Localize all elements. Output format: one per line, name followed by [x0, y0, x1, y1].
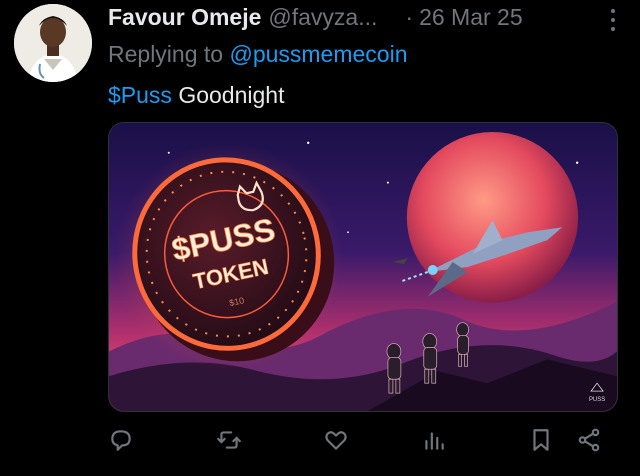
- cashtag-link[interactable]: $Puss: [108, 82, 172, 108]
- author-name[interactable]: Favour Omeje: [108, 4, 261, 31]
- tweet-media-image[interactable]: $PUSS TOKEN $10 PUSS: [108, 122, 618, 412]
- more-options-icon[interactable]: [610, 9, 616, 31]
- separator-dot: ·: [405, 4, 414, 30]
- bookmark-icon[interactable]: [528, 427, 558, 457]
- reply-mention-link[interactable]: @pussmemecoin: [229, 41, 407, 67]
- tweet-text: $Puss Goodnight: [108, 82, 284, 109]
- share-icon[interactable]: [576, 427, 606, 457]
- author-handle[interactable]: @favyza...: [268, 4, 377, 31]
- reply-icon[interactable]: [108, 427, 138, 457]
- repost-icon[interactable]: [216, 427, 246, 457]
- tweet-header: Favour Omeje @favyza... · 26 Mar 25: [108, 4, 620, 34]
- views-icon[interactable]: [421, 427, 451, 457]
- like-icon[interactable]: [323, 427, 353, 457]
- media-watermark: PUSS: [589, 397, 605, 403]
- replying-to: Replying to @pussmemecoin: [108, 41, 408, 68]
- avatar[interactable]: [14, 4, 92, 82]
- tweet-text-body: Goodnight: [171, 82, 285, 108]
- tweet-date[interactable]: 26 Mar 25: [419, 4, 523, 31]
- replying-to-label: Replying to: [108, 41, 230, 67]
- tweet: Favour Omeje @favyza... · 26 Mar 25 Repl…: [0, 0, 640, 476]
- tweet-actions: [108, 427, 620, 463]
